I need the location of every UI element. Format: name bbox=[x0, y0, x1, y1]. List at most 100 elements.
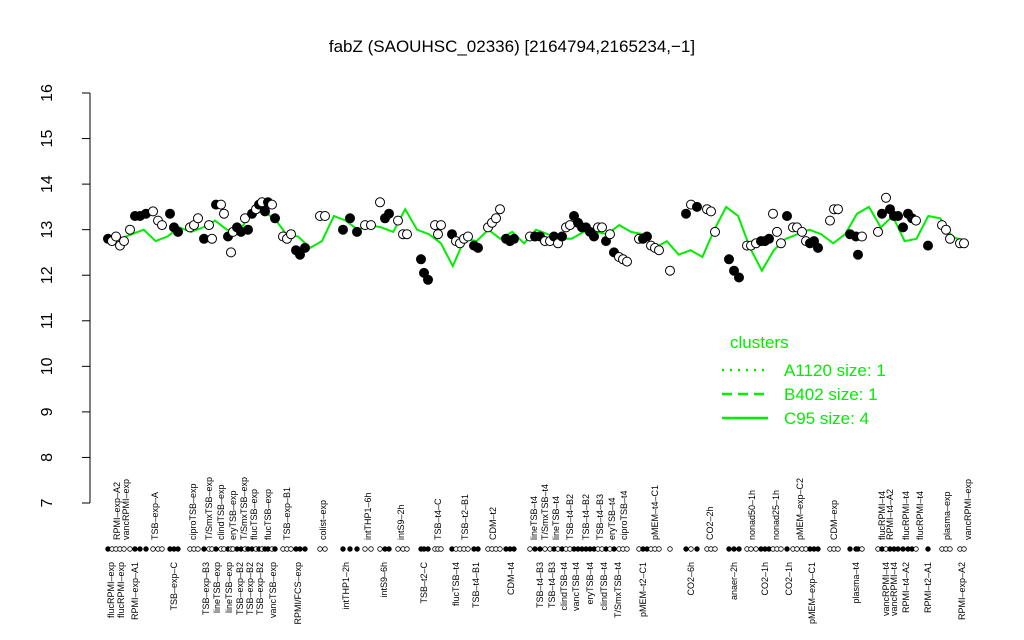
category-label: pMEM–t2–C1 bbox=[638, 562, 648, 617]
category-label: plasma–t4 bbox=[851, 562, 861, 604]
data-point bbox=[893, 211, 903, 221]
rug-marker bbox=[778, 546, 784, 552]
category-label: intS9–2h bbox=[396, 504, 406, 540]
data-point bbox=[898, 222, 908, 233]
data-point bbox=[352, 226, 362, 237]
rug-marker bbox=[297, 546, 303, 552]
category-label: TSB–t4–B3 bbox=[535, 562, 545, 608]
y-tick-label: 7 bbox=[39, 498, 56, 507]
category-label: pMEM–t4–C1 bbox=[650, 485, 660, 540]
category-label: TSB–t2–B1 bbox=[460, 494, 470, 540]
rug-marker bbox=[859, 546, 865, 552]
data-point bbox=[165, 208, 175, 219]
rug-marker bbox=[362, 546, 368, 552]
category-label: eryTSB–t4 bbox=[607, 497, 617, 540]
data-point bbox=[692, 201, 702, 212]
data-point bbox=[873, 226, 883, 237]
rug-marker bbox=[475, 546, 481, 552]
data-point bbox=[491, 213, 501, 224]
y-tick-label: 11 bbox=[39, 312, 56, 329]
data-point bbox=[724, 254, 734, 265]
category-label: flucTSB–t4 bbox=[451, 562, 461, 606]
data-point bbox=[125, 224, 135, 235]
data-point bbox=[605, 229, 615, 240]
legend-entry-label: C95 size: 4 bbox=[784, 409, 869, 428]
category-label: CO2–2h bbox=[705, 506, 715, 540]
category-label: clindTSB–t4 bbox=[559, 562, 569, 611]
data-point bbox=[706, 206, 716, 217]
data-point bbox=[173, 226, 183, 237]
y-tick-label: 14 bbox=[39, 175, 56, 193]
category-label: CDM–t2 bbox=[488, 507, 498, 540]
category-label: RPMI–t2–A1 bbox=[923, 562, 933, 613]
category-labels-bottom: flucRPMI–exp flucRPMI–exp RPMI–exp–A1 TSB–e… bbox=[106, 562, 967, 625]
category-label: vancTSB–exp bbox=[268, 562, 278, 618]
category-label: lineTSB–exp bbox=[212, 562, 222, 613]
data-point bbox=[320, 211, 330, 221]
category-label: flucRPMI–t4 bbox=[901, 491, 911, 540]
data-point bbox=[473, 242, 483, 253]
y-axis: 7 8 9 10 11 12 13 14 15 16 bbox=[39, 84, 91, 507]
data-point bbox=[772, 226, 782, 237]
data-point bbox=[959, 238, 969, 249]
category-label: intS9–6h bbox=[379, 562, 389, 598]
rug-marker bbox=[438, 546, 444, 552]
expression-chart: fabZ (SAOUHSC_02336) [2164794,2165234,−1… bbox=[39, 37, 973, 625]
category-label: CO2–1h bbox=[784, 562, 794, 596]
category-label: lineTSB–t4 bbox=[529, 496, 539, 540]
data-point bbox=[433, 229, 443, 240]
rug-marker bbox=[656, 546, 662, 552]
rug-marker bbox=[961, 546, 967, 552]
data-point bbox=[768, 208, 778, 219]
rug-marker bbox=[317, 546, 323, 552]
rug-marker bbox=[542, 546, 548, 552]
data-point bbox=[207, 233, 217, 244]
data-point bbox=[267, 199, 277, 210]
category-label: eryTSB–exp bbox=[228, 490, 238, 540]
data-point bbox=[911, 215, 921, 226]
rug-marker bbox=[532, 546, 538, 552]
rug-marker bbox=[624, 546, 630, 552]
data-point bbox=[853, 249, 863, 260]
rug-marker bbox=[947, 546, 953, 552]
data-point bbox=[157, 220, 167, 231]
data-point bbox=[945, 233, 955, 244]
data-point bbox=[219, 208, 229, 219]
category-label: flucTSB–exp bbox=[249, 489, 259, 540]
category-label: eryTSB–t4 bbox=[585, 562, 595, 605]
chart-title: fabZ (SAOUHSC_02336) [2164794,2165234,−1… bbox=[329, 37, 695, 56]
data-point bbox=[597, 222, 607, 233]
category-label: lineTSB–exp bbox=[224, 562, 234, 613]
rug-marker bbox=[726, 546, 732, 552]
data-point bbox=[300, 242, 310, 253]
sample-rug bbox=[105, 546, 967, 552]
data-point bbox=[681, 208, 691, 219]
data-point bbox=[941, 224, 951, 235]
y-tick-label: 15 bbox=[39, 130, 56, 148]
data-point bbox=[495, 204, 505, 215]
data-point bbox=[764, 233, 774, 244]
category-label: T/SmxTSB–exp bbox=[239, 477, 249, 540]
rug-marker bbox=[272, 546, 278, 552]
rug-marker bbox=[395, 546, 401, 552]
rug-marker bbox=[288, 546, 294, 552]
category-label: clindTSB–t4 bbox=[599, 562, 609, 611]
category-label: nonad25–1h bbox=[771, 490, 781, 540]
data-point bbox=[243, 224, 253, 235]
category-label: TSB–t4–C bbox=[433, 498, 443, 540]
category-label: nonad50–1h bbox=[747, 490, 757, 540]
category-label: colist–exp bbox=[318, 500, 328, 540]
category-labels-top: RPMI–exp–A2 vancRPMI–exp TSB–exp–A ciproTSB… bbox=[112, 477, 973, 540]
category-label: TSB–t4–B2 bbox=[565, 494, 575, 540]
rug-marker bbox=[195, 546, 201, 552]
data-point bbox=[797, 226, 807, 237]
category-label: flucRPMI–exp bbox=[106, 562, 116, 618]
category-label: CO2–6h bbox=[686, 562, 696, 596]
category-label: flucTSB–exp bbox=[263, 489, 273, 540]
data-point bbox=[463, 231, 473, 242]
rug-marker bbox=[683, 546, 689, 552]
y-tick-label: 13 bbox=[39, 221, 56, 239]
category-label: TSB–t4–B1 bbox=[471, 562, 481, 608]
rug-marker bbox=[201, 546, 207, 552]
category-label: TSB–exp–B3 bbox=[201, 562, 211, 615]
